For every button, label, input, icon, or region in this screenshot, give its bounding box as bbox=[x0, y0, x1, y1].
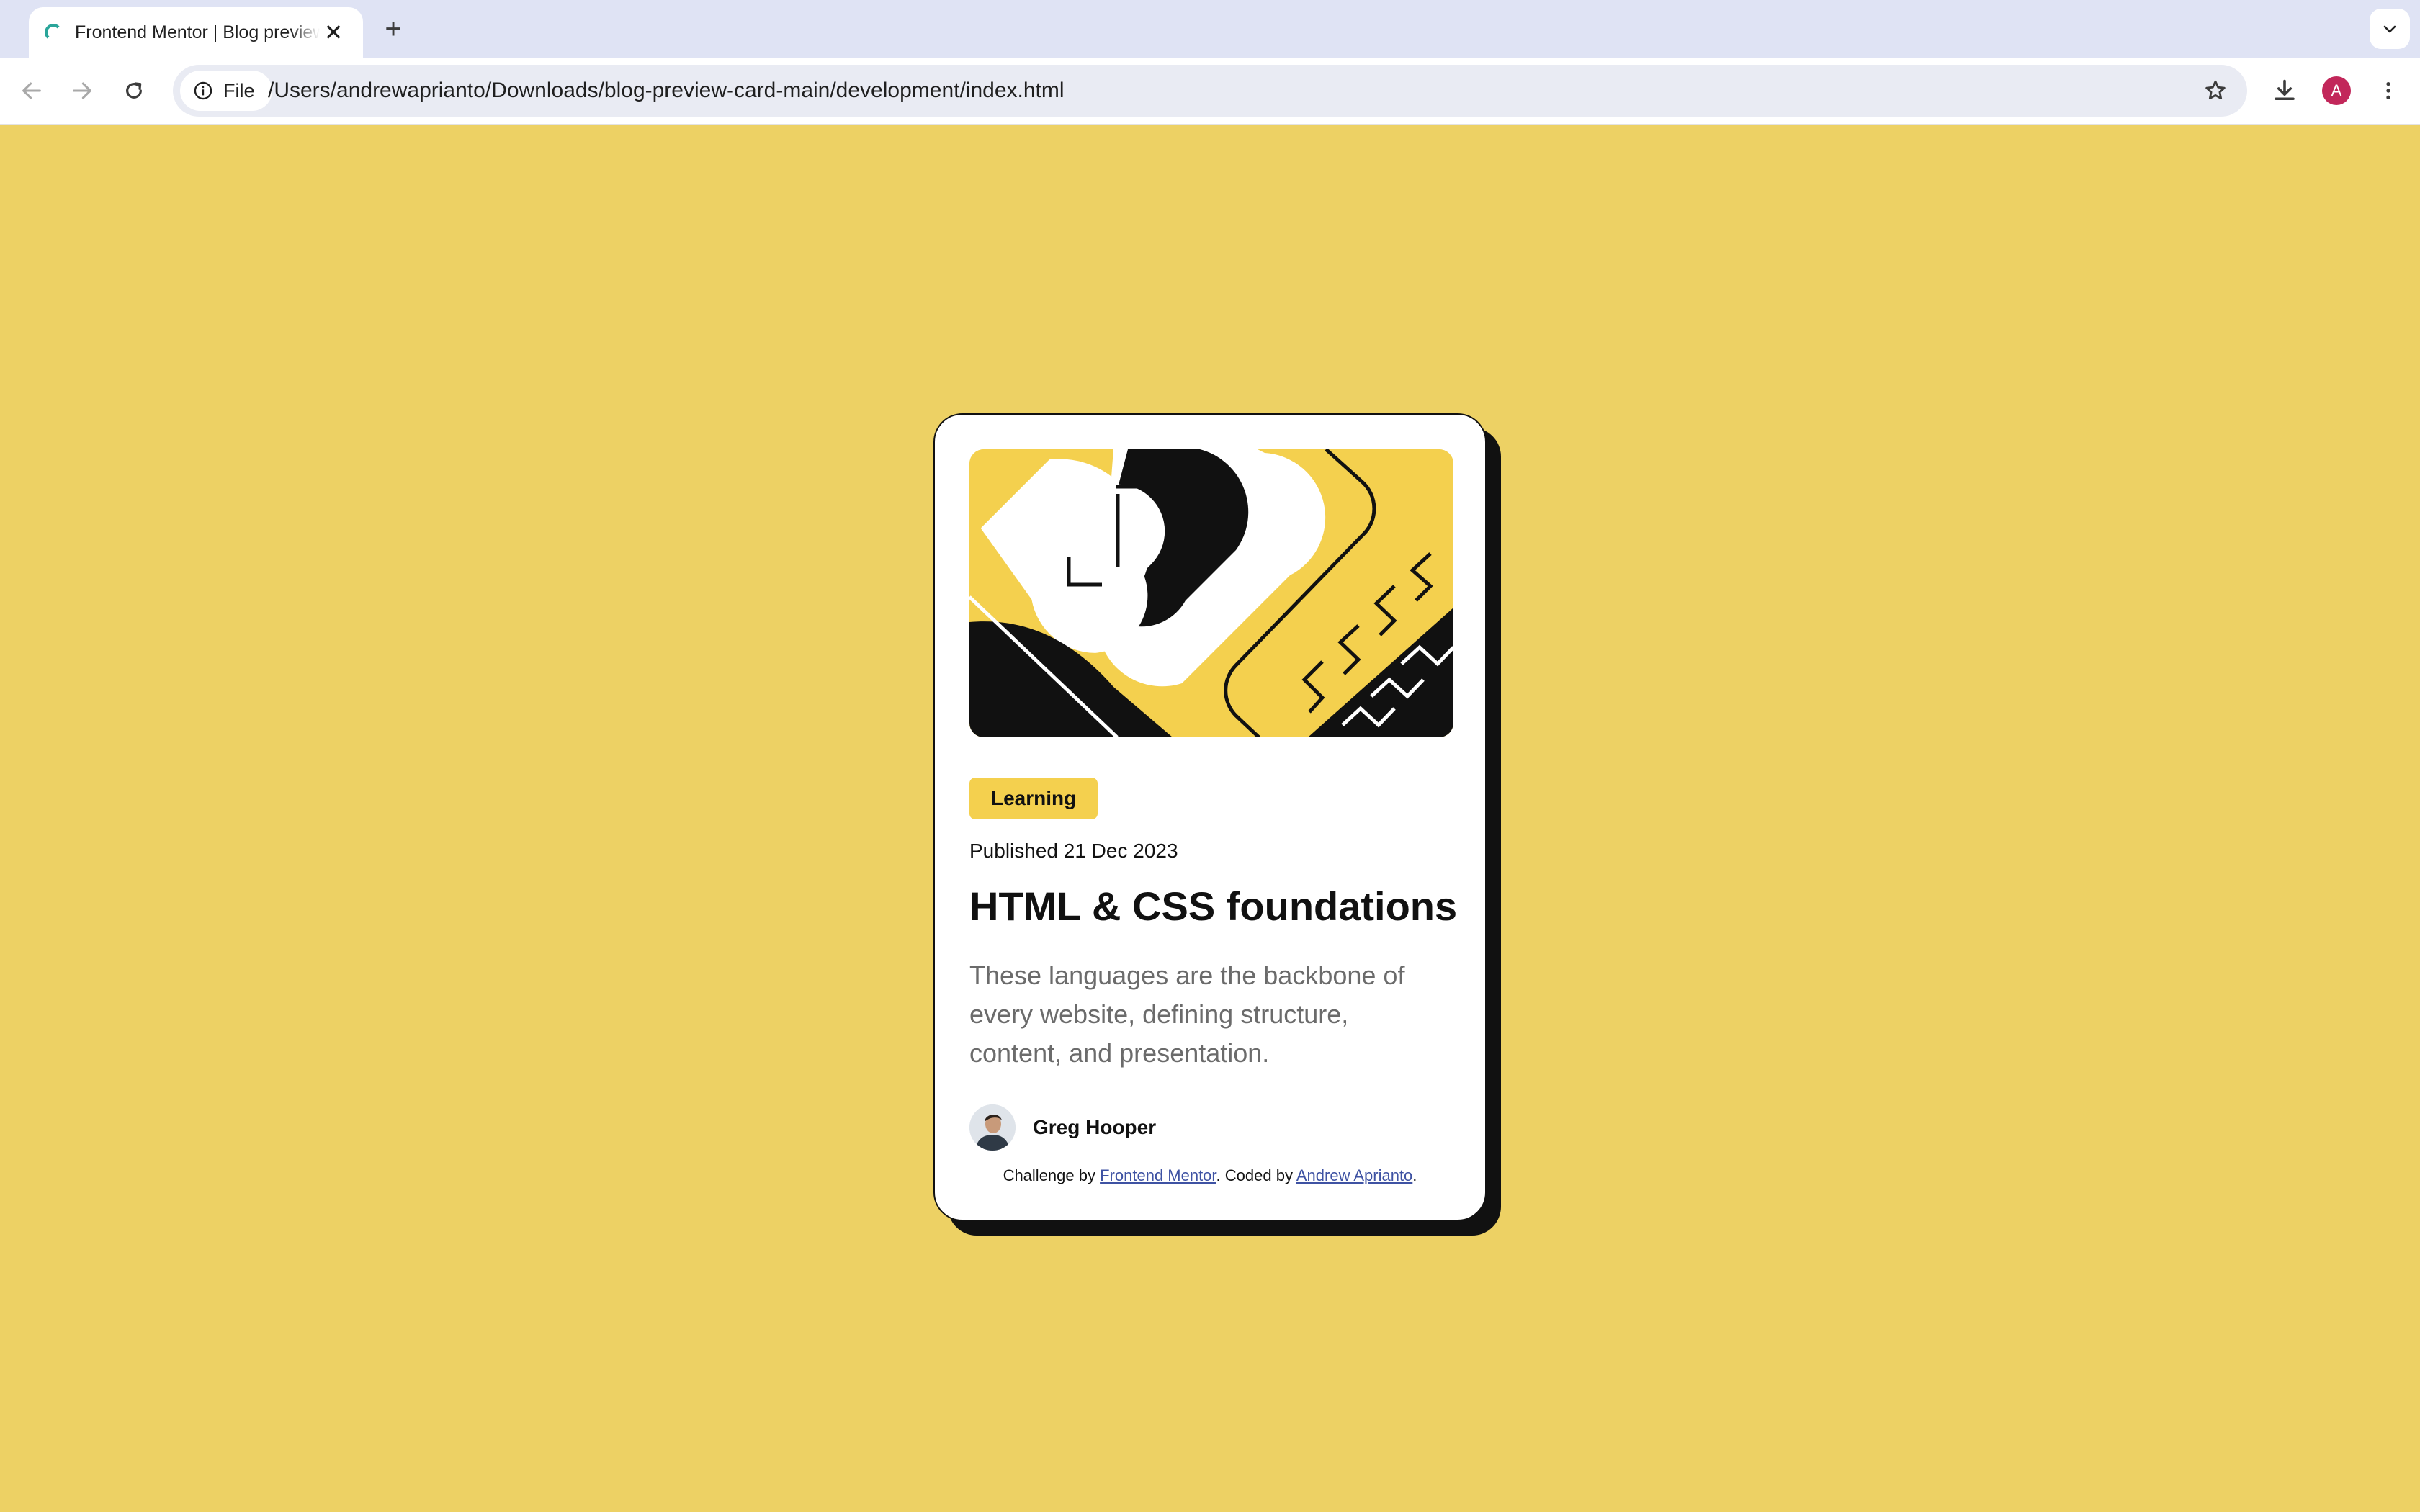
download-icon bbox=[2275, 79, 2295, 101]
downloads-button[interactable] bbox=[2266, 72, 2303, 109]
blog-illustration-image bbox=[969, 449, 1453, 737]
url-text[interactable]: /Users/andrewaprianto/Downloads/blog-pre… bbox=[268, 65, 1065, 117]
author: Greg Hooper bbox=[969, 1104, 1156, 1151]
browser-menu-button[interactable] bbox=[2370, 72, 2407, 109]
new-tab-button[interactable]: + bbox=[377, 13, 409, 45]
site-chip-label: File bbox=[223, 79, 255, 102]
site-info-chip[interactable]: File bbox=[180, 71, 272, 111]
reload-icon bbox=[126, 82, 142, 99]
arrow-right-icon bbox=[73, 82, 91, 99]
tab-search-button[interactable] bbox=[2370, 9, 2410, 49]
kebab-menu-icon bbox=[2386, 82, 2390, 99]
bookmark-button[interactable] bbox=[2200, 75, 2231, 107]
category-tag: Learning bbox=[969, 778, 1098, 819]
reload-button[interactable] bbox=[115, 72, 153, 109]
published-date: Published 21 Dec 2023 bbox=[969, 840, 1178, 862]
forward-button[interactable] bbox=[63, 72, 101, 109]
back-button[interactable] bbox=[13, 72, 50, 109]
attribution: Challenge by Frontend Mentor. Coded by A… bbox=[935, 1166, 1485, 1185]
profile-avatar-button[interactable]: A bbox=[2322, 76, 2351, 105]
attribution-middle: . Coded by bbox=[1216, 1166, 1296, 1184]
tab-strip: Frontend Mentor | Blog preview card ✕ + bbox=[0, 0, 2420, 58]
blog-illustration-icon bbox=[969, 449, 1453, 737]
chevron-down-icon bbox=[2383, 25, 2396, 33]
browser-toolbar: File /Users/andrewaprianto/Downloads/blo… bbox=[0, 58, 2420, 125]
attribution-suffix: . bbox=[1412, 1166, 1417, 1184]
tab-close-icon[interactable]: ✕ bbox=[320, 19, 347, 46]
arrow-left-icon bbox=[22, 82, 41, 99]
address-bar[interactable]: File /Users/andrewaprianto/Downloads/blo… bbox=[173, 65, 2247, 117]
tab-active[interactable]: Frontend Mentor | Blog preview card ✕ bbox=[29, 7, 363, 58]
tab-title: Frontend Mentor | Blog preview card bbox=[75, 22, 320, 42]
attribution-prefix: Challenge by bbox=[1003, 1166, 1101, 1184]
info-icon bbox=[194, 81, 212, 100]
card-excerpt: These languages are the backbone of ever… bbox=[969, 960, 1405, 1068]
card-title[interactable]: HTML & CSS foundations bbox=[969, 883, 1474, 930]
author-avatar-icon bbox=[969, 1104, 1016, 1151]
loading-favicon-icon bbox=[45, 24, 62, 41]
author-name: Greg Hooper bbox=[1033, 1116, 1157, 1138]
coder-link[interactable]: Andrew Aprianto bbox=[1296, 1166, 1412, 1184]
frontend-mentor-link[interactable]: Frontend Mentor bbox=[1100, 1166, 1216, 1184]
blog-preview-card: Learning Published 21 Dec 2023 HTML & CS… bbox=[933, 413, 1487, 1221]
star-icon bbox=[2205, 80, 2226, 100]
